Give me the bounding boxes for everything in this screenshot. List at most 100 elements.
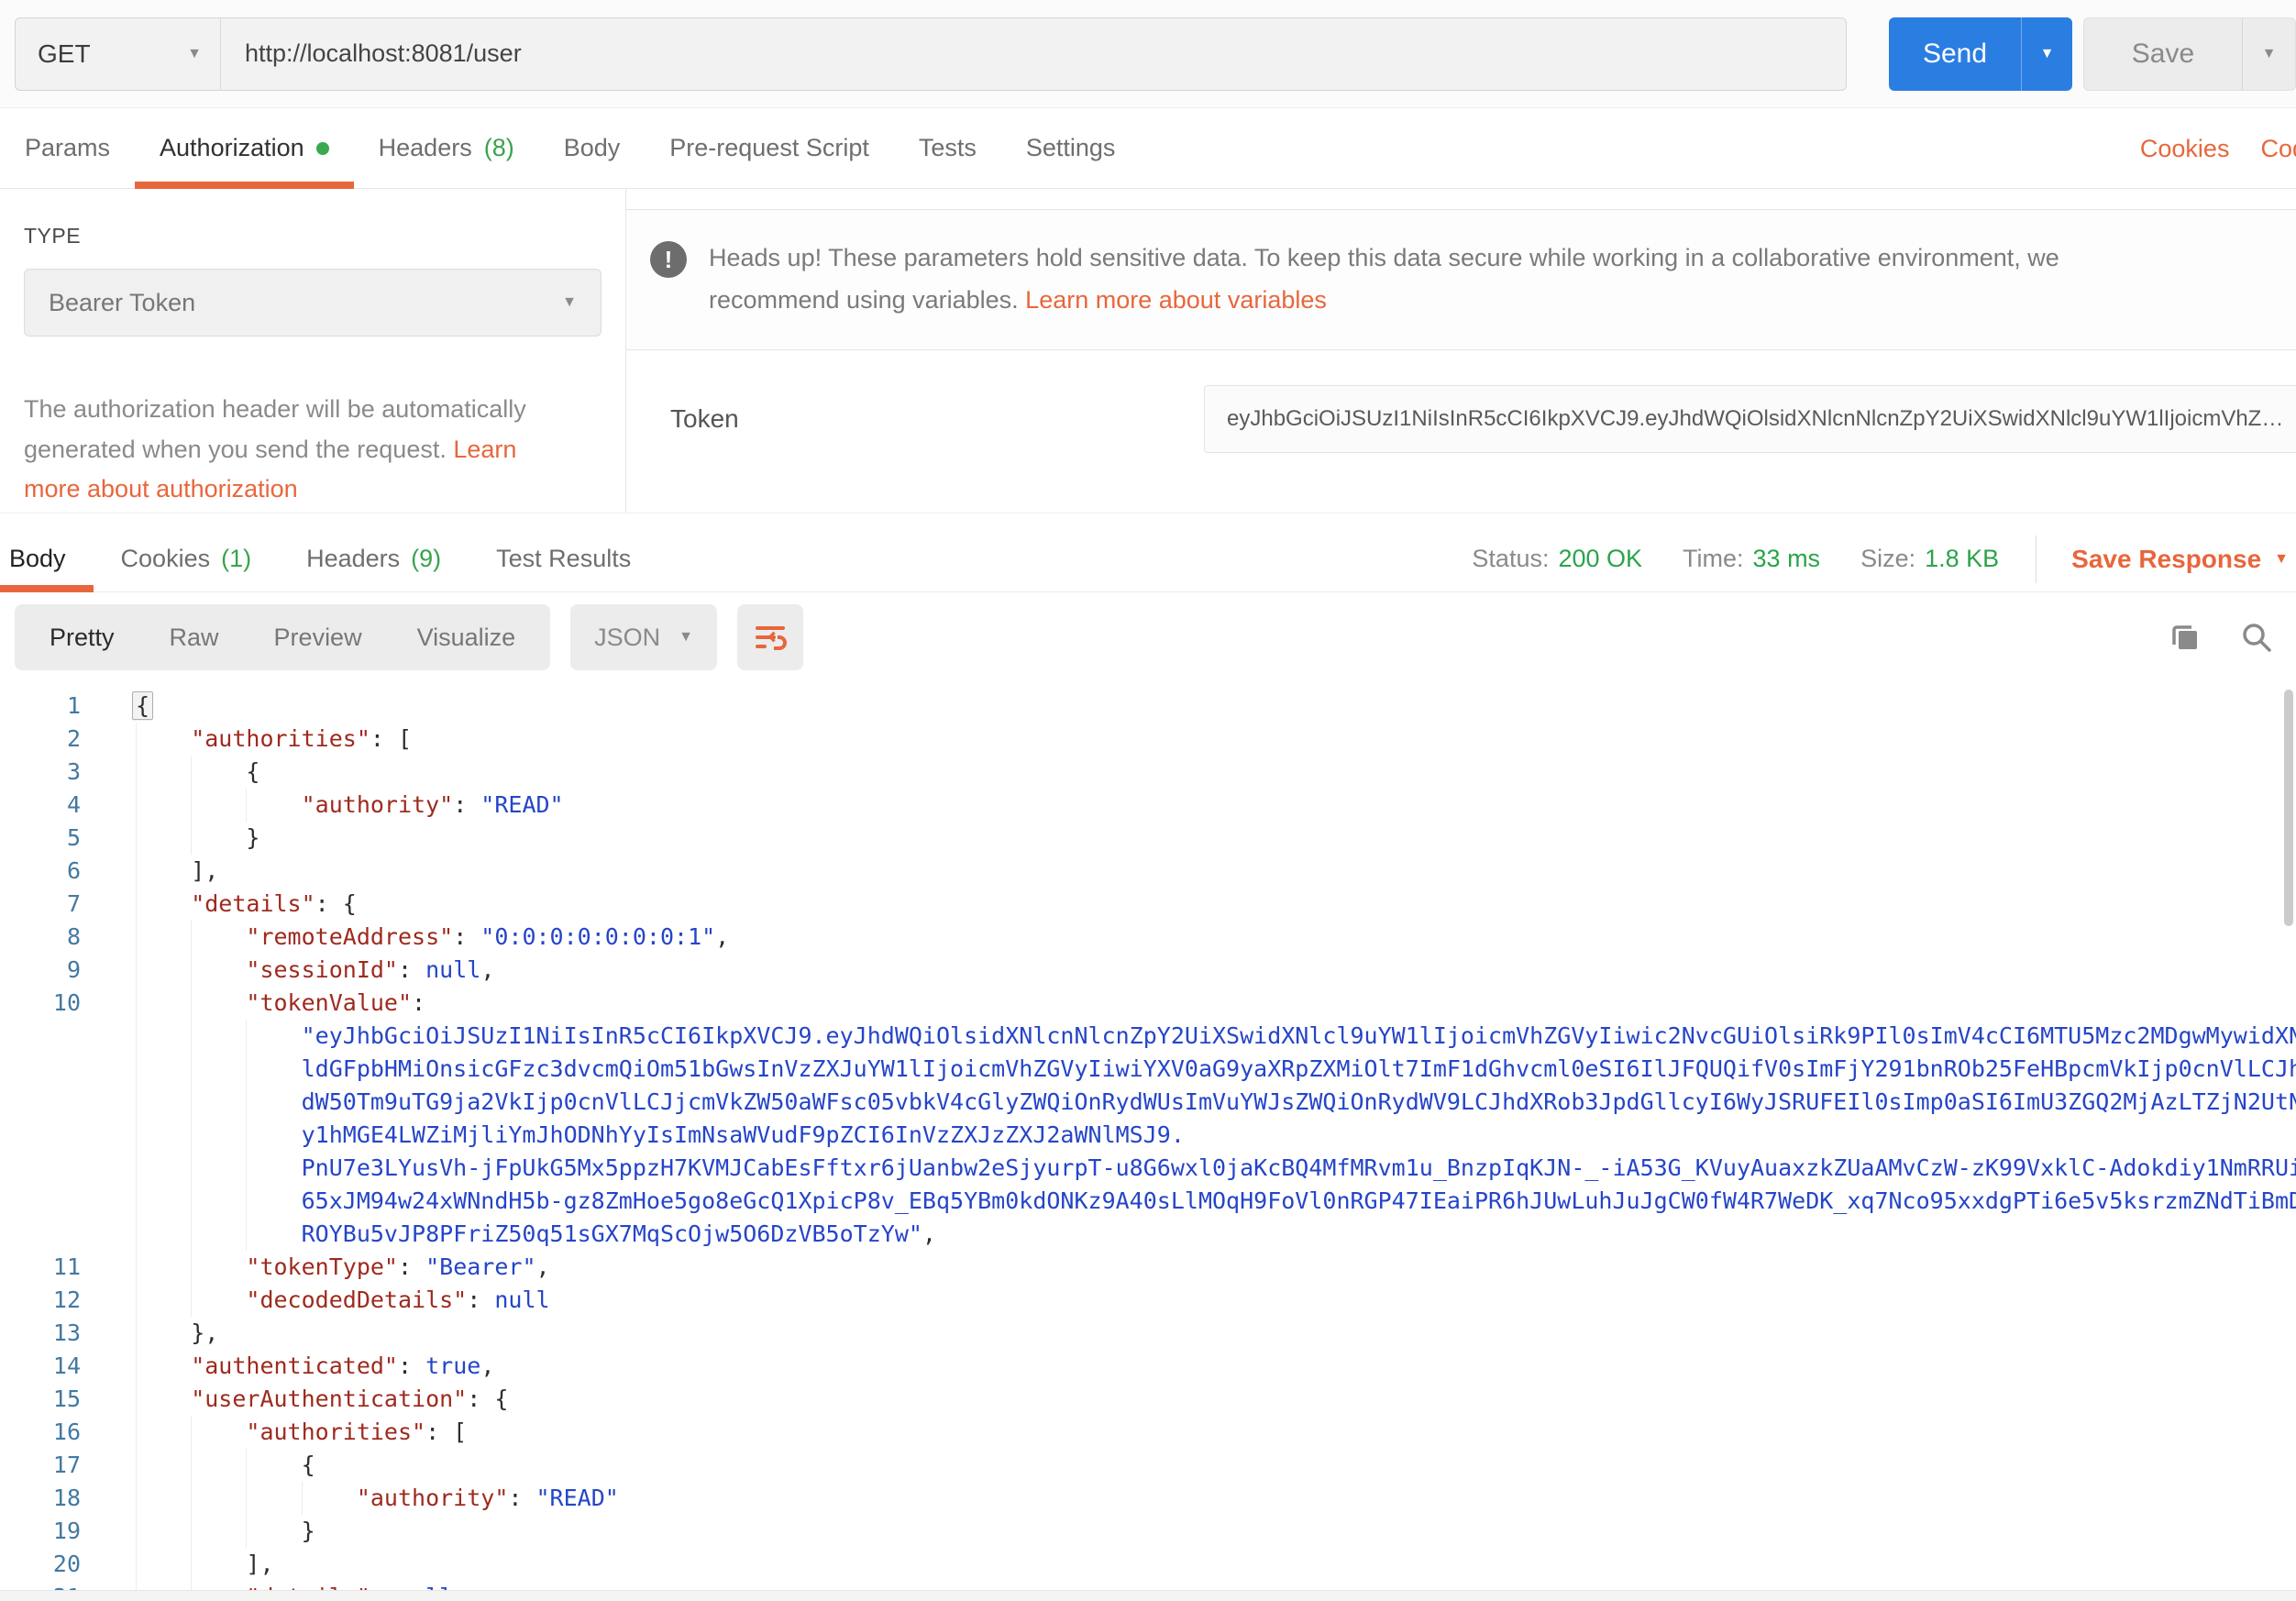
tab-label: Body bbox=[9, 545, 66, 573]
code-token: : [ bbox=[370, 725, 412, 752]
tab-label: Authorization bbox=[160, 134, 304, 162]
indent-guide bbox=[136, 1251, 191, 1284]
response-tab-test-results[interactable]: Test Results bbox=[469, 526, 658, 591]
indent-guide bbox=[136, 723, 191, 756]
indent-guide bbox=[136, 1284, 191, 1317]
code-line: 9"sessionId": null, bbox=[0, 954, 2296, 987]
status-label: Status: bbox=[1472, 545, 1549, 573]
active-tab-underline bbox=[0, 585, 94, 592]
indent-guide bbox=[191, 1053, 246, 1086]
status-value: 200 OK bbox=[1558, 545, 1642, 573]
auth-description-text: The authorization header will be automat… bbox=[24, 395, 526, 463]
code-token: : { bbox=[315, 890, 357, 917]
response-tab-body[interactable]: Body bbox=[0, 526, 94, 591]
sensitive-data-banner: Heads up! These parameters hold sensitiv… bbox=[626, 209, 2296, 350]
indent-guide bbox=[136, 822, 191, 855]
code-line: 7"details": { bbox=[0, 888, 2296, 921]
indent-guide bbox=[136, 756, 191, 789]
code-token: : { bbox=[467, 1386, 508, 1412]
code-token: null bbox=[494, 1286, 549, 1313]
indent-guide bbox=[136, 789, 191, 822]
auth-type-select[interactable]: Bearer Token bbox=[24, 269, 602, 337]
line-number bbox=[0, 1086, 81, 1119]
token-input[interactable]: eyJhbGciOiJSUzI1NiIsInR5cCI6IkpXVCJ9.eyJ… bbox=[1204, 385, 2296, 453]
code-line: ldGFpbHMiOnsicGFzc3dvcmQiOm51bGwsInVzZXJ… bbox=[0, 1053, 2296, 1086]
tab-params[interactable]: Params bbox=[0, 108, 135, 188]
response-body-editor[interactable]: 1{2"authorities": [3{4"authority": "READ… bbox=[0, 682, 2296, 1590]
vertical-scrollbar[interactable] bbox=[2284, 690, 2293, 926]
cookies-link[interactable]: Cookies bbox=[2140, 135, 2230, 163]
auth-type-panel: TYPE Bearer Token The authorization head… bbox=[0, 189, 626, 513]
line-number bbox=[0, 1185, 81, 1218]
send-options-button[interactable] bbox=[2021, 17, 2072, 91]
tab-label: Headers bbox=[379, 134, 472, 162]
line-number bbox=[0, 1152, 81, 1185]
tab-pre-request-script[interactable]: Pre-request Script bbox=[645, 108, 894, 188]
tab-label: Cookies bbox=[121, 545, 211, 573]
code-lines: 1{2"authorities": [3{4"authority": "READ… bbox=[0, 690, 2296, 1590]
save-options-button[interactable] bbox=[2242, 18, 2295, 90]
code-token: "Bearer" bbox=[425, 1253, 535, 1280]
indent-guide bbox=[246, 1152, 301, 1185]
indent-guide bbox=[246, 789, 301, 822]
wrap-text-button[interactable] bbox=[737, 604, 803, 670]
indent-guide bbox=[191, 1416, 246, 1449]
indent-guide bbox=[136, 1548, 191, 1581]
time-value: 33 ms bbox=[1753, 545, 1821, 573]
response-tab-headers[interactable]: Headers (9) bbox=[279, 526, 469, 591]
tab-body[interactable]: Body bbox=[539, 108, 646, 188]
learn-more-variables-link[interactable]: Learn more about variables bbox=[1025, 286, 1327, 314]
view-preview[interactable]: Preview bbox=[247, 624, 390, 652]
copy-button[interactable] bbox=[2168, 620, 2202, 655]
code-token: "authorities" bbox=[191, 725, 370, 752]
view-pretty[interactable]: Pretty bbox=[22, 624, 142, 652]
authorization-panel: TYPE Bearer Token The authorization head… bbox=[0, 189, 2296, 513]
code-token: { bbox=[246, 758, 259, 785]
tab-tests[interactable]: Tests bbox=[894, 108, 1001, 188]
code-token: }, bbox=[191, 1319, 218, 1346]
indent-guide bbox=[191, 1581, 246, 1590]
code-token: : bbox=[453, 923, 480, 950]
code-token: dW50Tm9uTG9ja2VkIjp0cnVlLCJjcmVkZW50aWFs… bbox=[302, 1088, 2296, 1115]
code-token: "details" bbox=[191, 890, 315, 917]
code-token: ], bbox=[246, 1551, 273, 1577]
send-button[interactable]: Send bbox=[1889, 17, 2072, 91]
tab-headers[interactable]: Headers (8) bbox=[354, 108, 539, 188]
line-number: 17 bbox=[0, 1449, 81, 1482]
method-select[interactable]: GET bbox=[16, 18, 221, 90]
tab-settings[interactable]: Settings bbox=[1001, 108, 1141, 188]
indent-guide bbox=[246, 1218, 301, 1251]
indent-guide bbox=[191, 1251, 246, 1284]
url-input[interactable]: http://localhost:8081/user bbox=[221, 18, 1846, 90]
tab-count: (9) bbox=[411, 545, 441, 573]
code-line: 11"tokenType": "Bearer", bbox=[0, 1251, 2296, 1284]
code-token: "remoteAddress" bbox=[246, 923, 453, 950]
indent-guide bbox=[136, 1185, 191, 1218]
view-raw[interactable]: Raw bbox=[142, 624, 247, 652]
search-button[interactable] bbox=[2239, 620, 2274, 655]
code-line: 4"authority": "READ" bbox=[0, 789, 2296, 822]
code-line: 17{ bbox=[0, 1449, 2296, 1482]
code-line: "eyJhbGciOiJSUzI1NiIsInR5cCI6IkpXVCJ9.ey… bbox=[0, 1020, 2296, 1053]
horizontal-scrollbar[interactable] bbox=[0, 1590, 2296, 1601]
view-switcher: Pretty Raw Preview Visualize bbox=[15, 604, 550, 670]
search-icon bbox=[2239, 620, 2274, 655]
view-visualize[interactable]: Visualize bbox=[390, 624, 544, 652]
code-token: , bbox=[453, 1584, 467, 1590]
save-response-button[interactable]: Save Response bbox=[2071, 545, 2289, 574]
code-line: 8"remoteAddress": "0:0:0:0:0:0:0:1", bbox=[0, 921, 2296, 954]
line-number: 12 bbox=[0, 1284, 81, 1317]
indent-guide bbox=[136, 1053, 191, 1086]
save-button[interactable]: Save bbox=[2083, 17, 2296, 91]
code-token: : bbox=[398, 1253, 425, 1280]
response-tab-cookies[interactable]: Cookies (1) bbox=[94, 526, 280, 591]
indent-guide bbox=[191, 756, 246, 789]
indent-guide bbox=[191, 1218, 246, 1251]
code-token: : bbox=[412, 989, 425, 1016]
code-link[interactable]: Code bbox=[2260, 135, 2296, 163]
tab-label: Body bbox=[564, 134, 621, 162]
language-select[interactable]: JSON bbox=[570, 604, 717, 670]
indent-guide bbox=[136, 1515, 191, 1548]
code-line: y1hMGE4LWZiMjliYmJhODNhYyIsImNsaWVudF9pZ… bbox=[0, 1119, 2296, 1152]
tab-authorization[interactable]: Authorization bbox=[135, 108, 354, 188]
